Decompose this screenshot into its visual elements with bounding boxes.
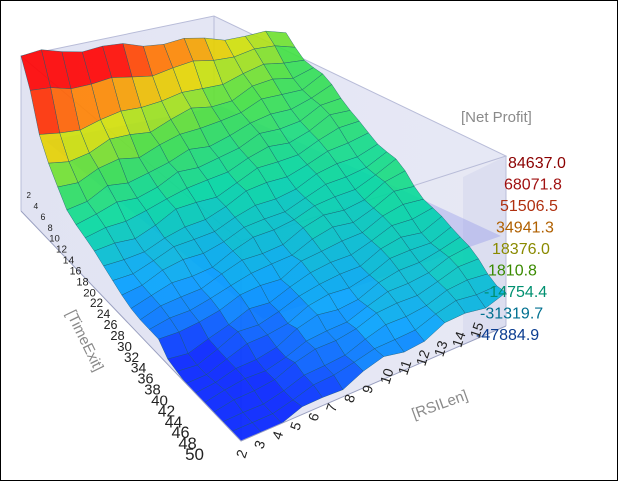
x-tick-label: 6: [305, 410, 323, 423]
z-tick-label: 84637.0: [508, 155, 566, 172]
z-tick-label: 34941.3: [496, 220, 554, 237]
z-axis-title: [Net Profit]: [461, 109, 532, 126]
z-tick-label: -47884.9: [476, 327, 539, 344]
z-tick-label: -31319.7: [480, 306, 543, 323]
y-tick-label: 4: [34, 201, 39, 211]
surface-mesh: [20, 30, 507, 442]
z-tick-label: -14754.4: [484, 284, 547, 301]
y-tick-label: 2: [27, 191, 32, 200]
z-tick-label: 1810.8: [488, 263, 537, 280]
z-tick-label: 18376.0: [492, 241, 550, 258]
x-tick-label: 3: [251, 438, 269, 451]
x-tick-label: 7: [323, 401, 341, 414]
z-tick-label: 51506.5: [500, 198, 558, 215]
x-tick-label: 5: [287, 420, 305, 433]
z-tick-label: 68071.8: [504, 177, 562, 194]
y-tick-label: 50: [185, 445, 204, 464]
x-tick-label: 4: [269, 429, 287, 442]
y-tick-label: 10: [49, 234, 60, 245]
chart-frame: [Net Profit] 84637.0 68071.8 51506.5 34941.…: [0, 0, 618, 481]
y-tick-label: 8: [48, 223, 53, 233]
x-tick-label: 2: [233, 447, 251, 460]
x-axis-title: [RSILen]: [410, 387, 471, 423]
surface-chart: [Net Profit] 84637.0 68071.8 51506.5 34941.…: [19, 15, 566, 464]
y-tick-label: 6: [41, 212, 46, 222]
y-tick-label: 12: [56, 245, 67, 256]
